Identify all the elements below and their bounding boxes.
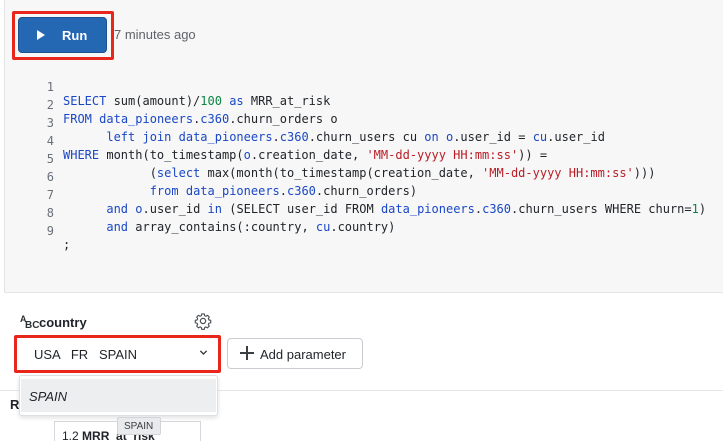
run-button-label: Run xyxy=(62,28,88,43)
plus-icon xyxy=(240,346,254,360)
line-number: 4 xyxy=(46,134,54,148)
gear-icon[interactable] xyxy=(194,312,212,330)
code-text: WHERE month(to_timestamp(o.creation_date… xyxy=(63,148,548,162)
results-tab[interactable]: R xyxy=(10,397,19,412)
code-line: 7 and o.user_id in (SELECT user_id FROM … xyxy=(0,174,706,216)
code-text: left join data_pioneers.c360.churn_users… xyxy=(106,130,605,144)
code-text: SELECT sum(amount)/100 as MRR_at_risk xyxy=(63,94,331,108)
string-type-icon: A BC xyxy=(20,314,40,331)
line-number: 7 xyxy=(46,188,54,202)
code-line: 6 from data_pioneers.c360.churn_orders) xyxy=(0,156,417,198)
option-label: SPAIN xyxy=(29,389,68,404)
country-dropdown-menu: SPAIN xyxy=(19,375,218,416)
code-line: 2 FROM data_pioneers.c360.churn_orders o xyxy=(0,84,338,126)
run-button[interactable]: Run xyxy=(18,17,107,53)
chevron-down-icon xyxy=(199,350,208,355)
play-icon xyxy=(37,30,45,40)
line-number: 2 xyxy=(46,98,54,112)
code-text: from data_pioneers.c360.churn_orders) xyxy=(149,184,418,198)
code-text: ; xyxy=(63,238,71,252)
code-line: 3 left join data_pioneers.c360.churn_use… xyxy=(0,102,605,144)
parameter-name: country xyxy=(39,315,87,330)
add-parameter-button[interactable]: Add parameter xyxy=(227,338,363,369)
panel-divider xyxy=(4,292,723,293)
code-text: and array_contains(:country, cu.country) xyxy=(106,220,396,234)
code-line: 8 and array_contains(:country, cu.countr… xyxy=(0,192,396,234)
code-text: FROM data_pioneers.c360.churn_orders o xyxy=(63,112,338,126)
line-number: 5 xyxy=(46,152,54,166)
country-multiselect[interactable]: USA FR SPAIN xyxy=(21,341,215,367)
tooltip: SPAIN xyxy=(117,417,161,435)
code-line: 4 WHERE month(to_timestamp(o.creation_da… xyxy=(0,120,547,162)
line-number: 8 xyxy=(46,206,54,220)
line-number: 6 xyxy=(46,170,54,184)
code-line: 1 SELECT sum(amount)/100 as MRR_at_risk xyxy=(0,66,331,108)
line-number: 1 xyxy=(46,80,54,94)
code-text: and o.user_id in (SELECT user_id FROM da… xyxy=(106,202,707,216)
add-parameter-label: Add parameter xyxy=(260,347,346,362)
line-number: 9 xyxy=(46,224,54,238)
code-text: (select max(month(to_timestamp(creation_… xyxy=(63,166,656,180)
line-number: 3 xyxy=(46,116,54,130)
code-line: 5 (select max(month(to_timestamp(creatio… xyxy=(0,138,656,180)
last-run-time: 7 minutes ago xyxy=(114,27,196,42)
code-line: 9 ; xyxy=(0,210,70,252)
dropdown-option-spain[interactable]: SPAIN xyxy=(21,379,216,412)
selected-values: USA FR SPAIN xyxy=(34,347,138,362)
